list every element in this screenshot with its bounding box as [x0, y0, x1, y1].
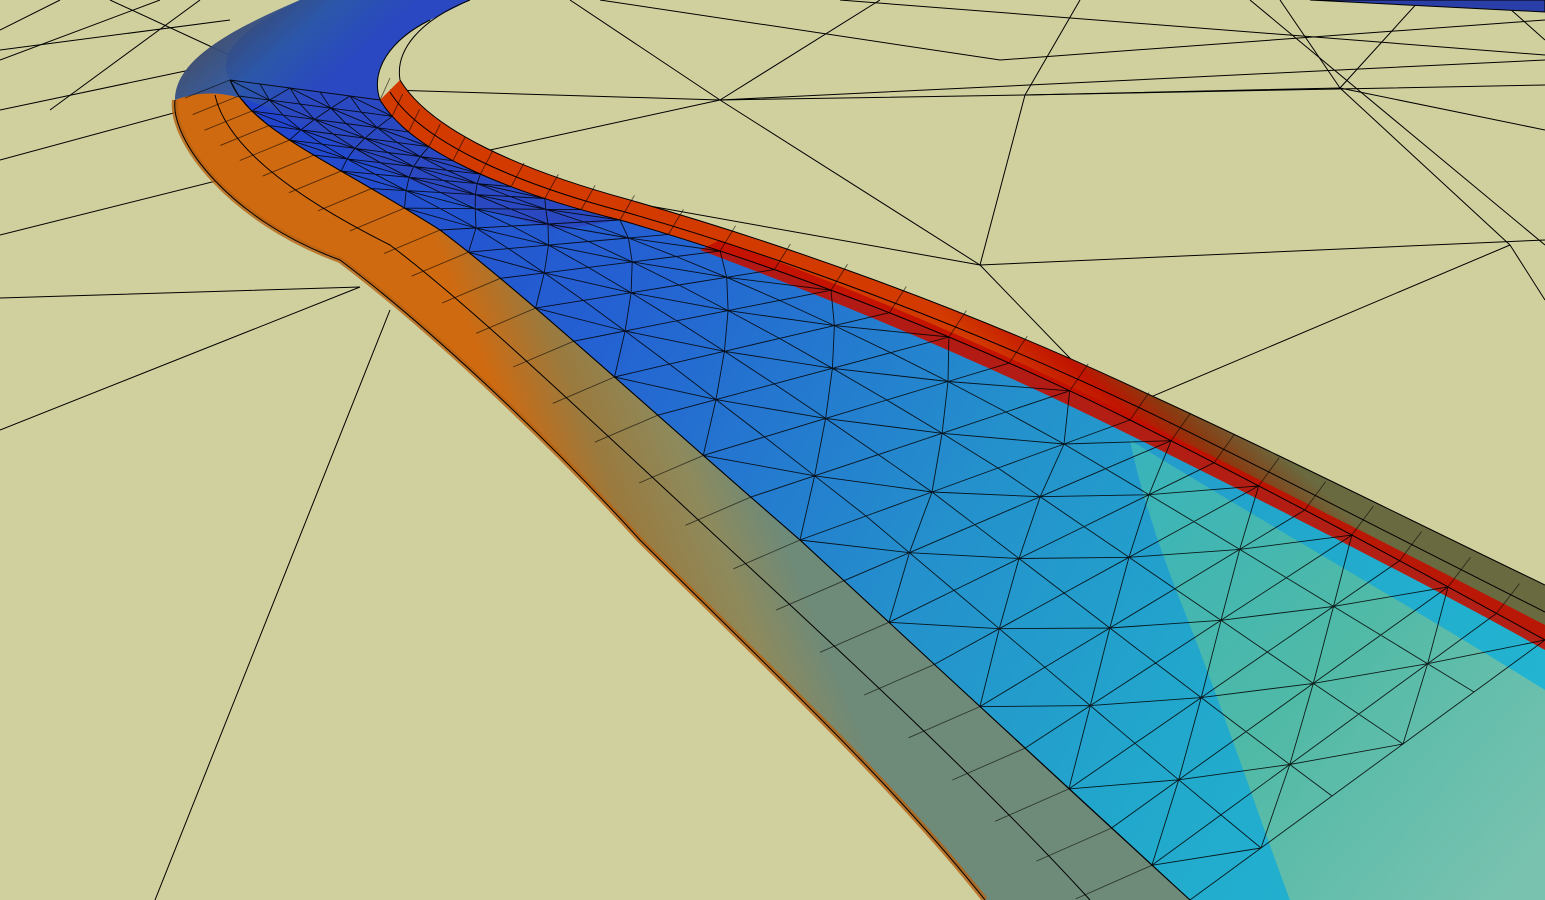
mesh-render-viewport — [0, 0, 1545, 900]
mesh-render-svg — [0, 0, 1545, 900]
